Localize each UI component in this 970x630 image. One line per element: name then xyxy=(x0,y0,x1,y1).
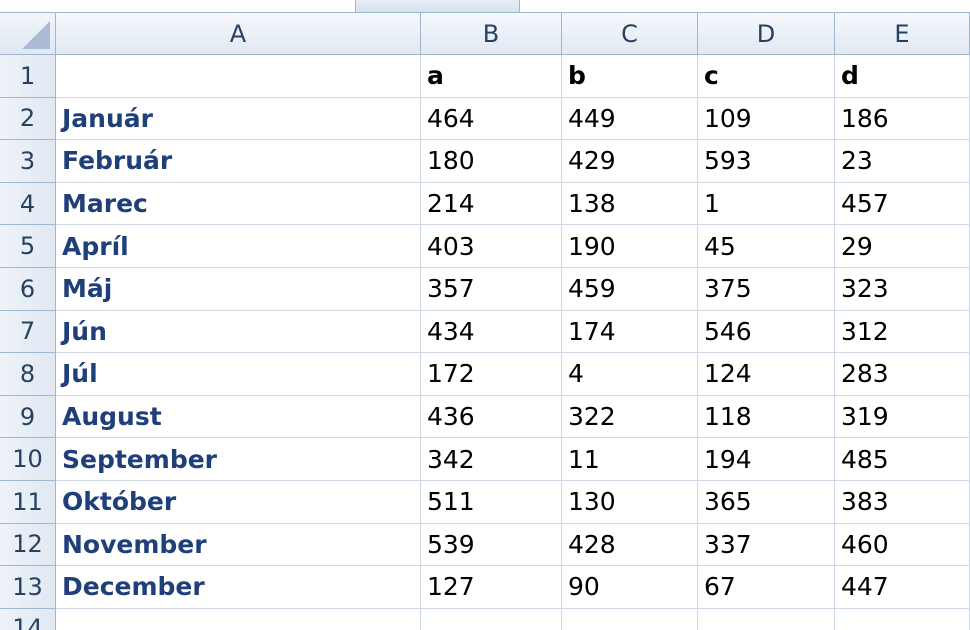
cell-e14[interactable] xyxy=(835,608,970,630)
cell-c2[interactable]: 449 xyxy=(562,97,698,141)
cell-c13[interactable]: 90 xyxy=(562,566,698,609)
cell-b11[interactable]: 511 xyxy=(421,480,562,524)
row-header-8[interactable]: 8 xyxy=(0,353,56,396)
cell-a6[interactable]: Máj xyxy=(56,267,421,311)
cell-b8[interactable]: 172 xyxy=(421,353,562,396)
cell-a13[interactable]: December xyxy=(56,566,421,609)
cell-c9[interactable]: 322 xyxy=(562,395,698,439)
column-header-c[interactable]: C xyxy=(562,13,698,55)
row-header-3[interactable]: 3 xyxy=(0,140,56,183)
cell-c12[interactable]: 428 xyxy=(562,523,698,567)
row-header-6[interactable]: 6 xyxy=(0,267,56,311)
row-header-7[interactable]: 7 xyxy=(0,310,56,354)
cell-a8[interactable]: Júl xyxy=(56,353,421,396)
cell-e4[interactable]: 457 xyxy=(835,182,970,226)
cell-b4[interactable]: 214 xyxy=(421,182,562,226)
column-header-d[interactable]: D xyxy=(698,13,835,55)
cell-e12[interactable]: 460 xyxy=(835,523,970,567)
cell-a10[interactable]: September xyxy=(56,438,421,481)
cell-a11[interactable]: Október xyxy=(56,480,421,524)
cell-e5[interactable]: 29 xyxy=(835,225,970,268)
cell-d11[interactable]: 365 xyxy=(698,480,835,524)
cell-c10[interactable]: 11 xyxy=(562,438,698,481)
cell-a4[interactable]: Marec xyxy=(56,182,421,226)
cell-d10[interactable]: 194 xyxy=(698,438,835,481)
cell-e9[interactable]: 319 xyxy=(835,395,970,439)
cell-d4[interactable]: 1 xyxy=(698,182,835,226)
cell-b9[interactable]: 436 xyxy=(421,395,562,439)
cell-e11[interactable]: 383 xyxy=(835,480,970,524)
cell-a7[interactable]: Jún xyxy=(56,310,421,354)
row-header-5[interactable]: 5 xyxy=(0,225,56,268)
cell-d7[interactable]: 546 xyxy=(698,310,835,354)
row-header-11[interactable]: 11 xyxy=(0,480,56,524)
cell-a12[interactable]: November xyxy=(56,523,421,567)
cell-b12[interactable]: 539 xyxy=(421,523,562,567)
cell-e7[interactable]: 312 xyxy=(835,310,970,354)
row-header-1[interactable]: 1 xyxy=(0,55,56,98)
row-header-10[interactable]: 10 xyxy=(0,438,56,481)
cell-c1[interactable]: b xyxy=(562,55,698,98)
cell-a5[interactable]: Apríl xyxy=(56,225,421,268)
cell-d1[interactable]: c xyxy=(698,55,835,98)
row-header-2[interactable]: 2 xyxy=(0,97,56,141)
cell-e13[interactable]: 447 xyxy=(835,566,970,609)
row-header-12[interactable]: 12 xyxy=(0,523,56,567)
cell-d9[interactable]: 118 xyxy=(698,395,835,439)
cell-a1[interactable] xyxy=(56,55,421,98)
cell-a2[interactable]: Január xyxy=(56,97,421,141)
row-header-14[interactable]: 14 xyxy=(0,608,56,630)
cell-b7[interactable]: 434 xyxy=(421,310,562,354)
cell-e10[interactable]: 485 xyxy=(835,438,970,481)
cell-b13[interactable]: 127 xyxy=(421,566,562,609)
top-strip xyxy=(0,0,970,13)
cell-b10[interactable]: 342 xyxy=(421,438,562,481)
select-all-triangle-icon xyxy=(22,21,50,49)
cell-c3[interactable]: 429 xyxy=(562,140,698,183)
cell-d12[interactable]: 337 xyxy=(698,523,835,567)
cell-c7[interactable]: 174 xyxy=(562,310,698,354)
column-header-b[interactable]: B xyxy=(421,13,562,55)
cell-a9[interactable]: August xyxy=(56,395,421,439)
cell-b3[interactable]: 180 xyxy=(421,140,562,183)
spreadsheet-grid: A B C D E 1 a b c d 2 Január 464 449 109 186 3 Február 180… xyxy=(0,13,970,630)
cell-d8[interactable]: 124 xyxy=(698,353,835,396)
cell-e2[interactable]: 186 xyxy=(835,97,970,141)
select-all-button[interactable] xyxy=(0,13,56,55)
column-header-a[interactable]: A xyxy=(56,13,421,55)
cell-d5[interactable]: 45 xyxy=(698,225,835,268)
cell-d3[interactable]: 593 xyxy=(698,140,835,183)
cell-a3[interactable]: Február xyxy=(56,140,421,183)
cell-e6[interactable]: 323 xyxy=(835,267,970,311)
cell-d6[interactable]: 375 xyxy=(698,267,835,311)
cell-e8[interactable]: 283 xyxy=(835,353,970,396)
row-header-4[interactable]: 4 xyxy=(0,182,56,226)
ribbon-tab-edge xyxy=(355,0,520,12)
cell-d14[interactable] xyxy=(698,608,835,630)
cell-d13[interactable]: 67 xyxy=(698,566,835,609)
cell-b2[interactable]: 464 xyxy=(421,97,562,141)
row-header-9[interactable]: 9 xyxy=(0,395,56,439)
cell-c8[interactable]: 4 xyxy=(562,353,698,396)
row-header-13[interactable]: 13 xyxy=(0,566,56,609)
cell-c4[interactable]: 138 xyxy=(562,182,698,226)
cell-b14[interactable] xyxy=(421,608,562,630)
cell-c5[interactable]: 190 xyxy=(562,225,698,268)
column-header-e[interactable]: E xyxy=(835,13,970,55)
cell-c6[interactable]: 459 xyxy=(562,267,698,311)
cell-b5[interactable]: 403 xyxy=(421,225,562,268)
cell-a14[interactable] xyxy=(56,608,421,630)
cell-e3[interactable]: 23 xyxy=(835,140,970,183)
cell-e1[interactable]: d xyxy=(835,55,970,98)
cell-c14[interactable] xyxy=(562,608,698,630)
cell-b6[interactable]: 357 xyxy=(421,267,562,311)
cell-c11[interactable]: 130 xyxy=(562,480,698,524)
cell-d2[interactable]: 109 xyxy=(698,97,835,141)
cell-b1[interactable]: a xyxy=(421,55,562,98)
